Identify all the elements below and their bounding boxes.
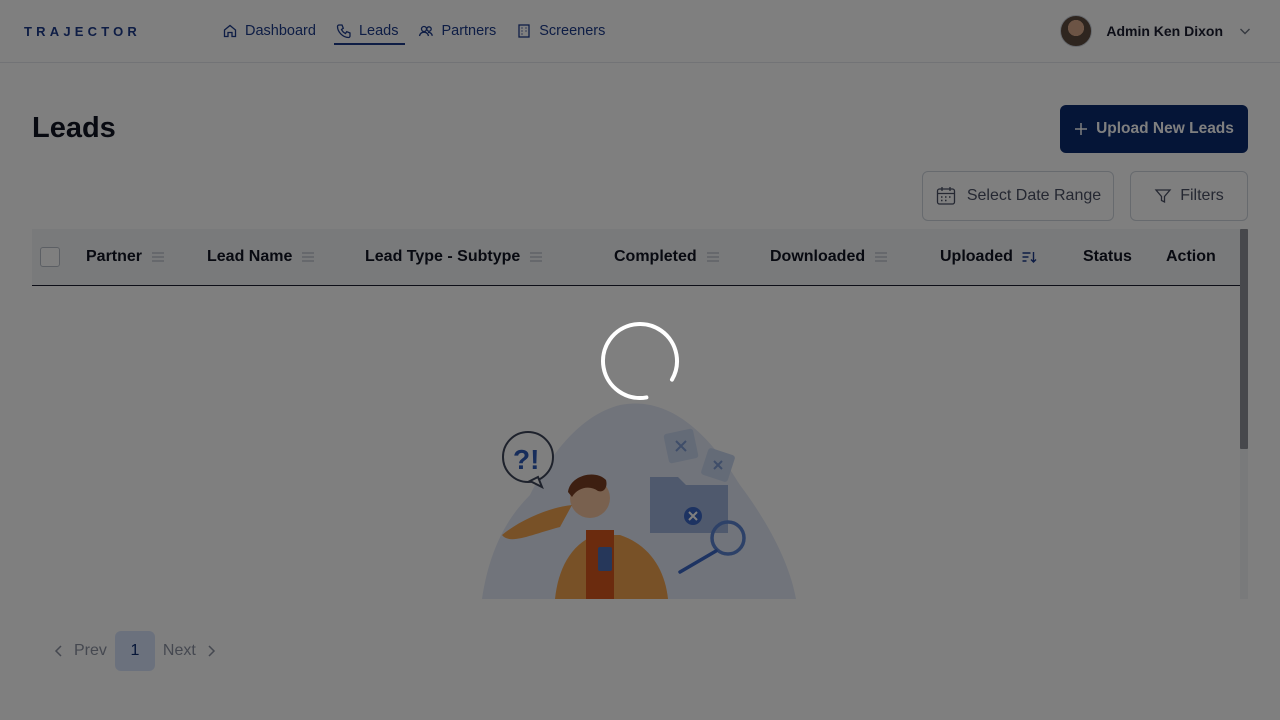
loading-spinner-icon [601, 322, 679, 400]
loading-overlay [0, 0, 1280, 720]
